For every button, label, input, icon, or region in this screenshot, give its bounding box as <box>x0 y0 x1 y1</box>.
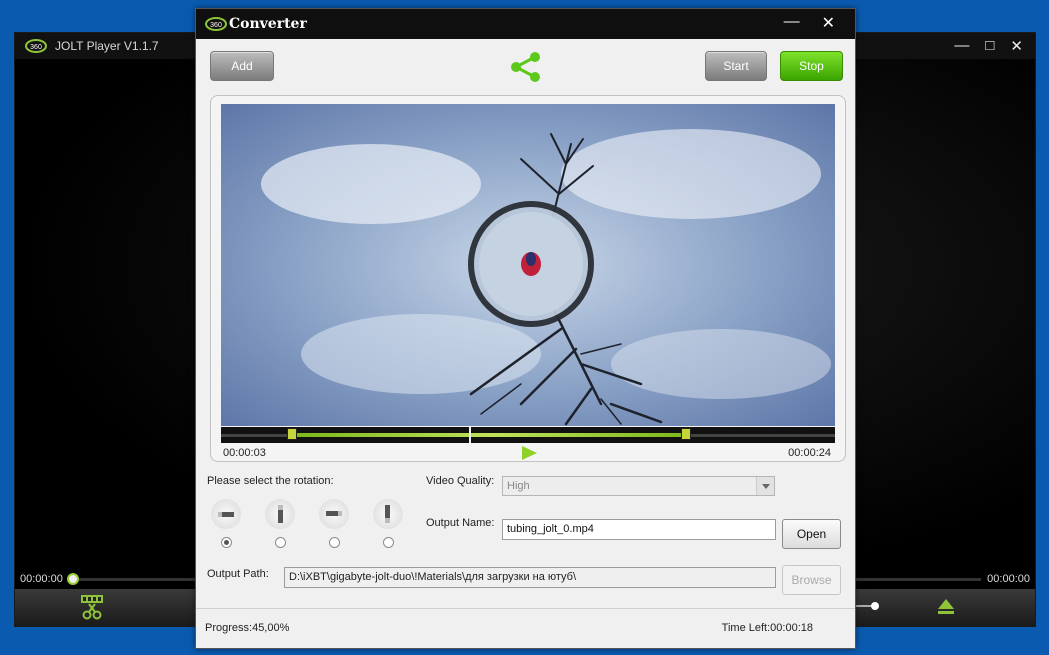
close-icon[interactable]: ✕ <box>1010 37 1023 55</box>
converter-titlebar: 360 Converter — ✕ <box>196 9 855 39</box>
rotate-90-icon[interactable] <box>265 499 295 529</box>
jolt-360-logo-icon: 360 <box>25 39 47 53</box>
rotation-radio-270[interactable] <box>383 537 394 548</box>
rotation-label: Please select the rotation: <box>207 475 334 487</box>
eject-icon[interactable] <box>937 597 955 615</box>
player-total-time: 00:00:00 <box>987 573 1030 585</box>
trim-selection <box>297 433 687 437</box>
maximize-icon[interactable]: □ <box>985 37 994 55</box>
svg-text:360: 360 <box>210 22 222 29</box>
rotation-radio-90[interactable] <box>275 537 286 548</box>
output-path-label: Output Path: <box>207 568 269 580</box>
minimize-icon[interactable]: — <box>954 37 969 55</box>
video-preview <box>221 104 835 426</box>
open-button[interactable]: Open <box>782 519 841 549</box>
preview-frame: 00:00:03 00:00:24 <box>210 95 846 462</box>
playhead-marker[interactable] <box>469 427 471 443</box>
stop-button[interactable]: Stop <box>780 51 843 81</box>
player-seek-knob[interactable] <box>67 573 79 585</box>
minimize-icon[interactable]: — <box>784 13 800 33</box>
rotate-0-icon[interactable] <box>211 499 241 529</box>
play-icon[interactable] <box>520 445 538 461</box>
trim-scrubber[interactable] <box>221 427 835 443</box>
add-button[interactable]: Add <box>210 51 274 81</box>
share-icon[interactable] <box>508 49 544 85</box>
scissors-icon[interactable] <box>77 591 107 621</box>
rotate-270-icon[interactable] <box>373 499 403 529</box>
converter-title: Converter <box>229 16 307 32</box>
close-icon[interactable]: ✕ <box>822 13 835 33</box>
rotate-180-icon[interactable] <box>319 499 349 529</box>
trim-end-time: 00:00:24 <box>788 447 831 459</box>
video-quality-label: Video Quality: <box>426 475 495 487</box>
chevron-down-icon[interactable] <box>756 477 774 495</box>
progress-text: Progress:45,00% <box>205 622 290 634</box>
converter-dialog: 360 Converter — ✕ Add Start Stop 00:00:0… <box>195 8 856 649</box>
jolt-360-logo-icon: 360 <box>205 17 227 31</box>
status-bar: Progress:45,00% Time Left:00:00:18 <box>196 608 855 648</box>
trim-end-handle[interactable] <box>681 428 691 440</box>
output-path-field[interactable]: D:\iXBT\gigabyte-jolt-duo\!Materials\для… <box>284 567 776 588</box>
output-name-input[interactable]: tubing_jolt_0.mp4 <box>502 519 776 540</box>
rotation-radio-0[interactable] <box>221 537 232 548</box>
rotation-radio-180[interactable] <box>329 537 340 548</box>
player-title: JOLT Player V1.1.7 <box>55 39 159 53</box>
video-quality-value: High <box>507 480 530 492</box>
output-name-label: Output Name: <box>426 517 495 529</box>
player-current-time: 00:00:00 <box>20 573 63 585</box>
volume-knob[interactable] <box>871 602 879 610</box>
time-left-text: Time Left:00:00:18 <box>721 622 813 634</box>
svg-text:360: 360 <box>30 44 42 51</box>
video-quality-select[interactable]: High <box>502 476 775 496</box>
trim-start-time: 00:00:03 <box>223 447 266 459</box>
browse-button[interactable]: Browse <box>782 565 841 595</box>
start-button[interactable]: Start <box>705 51 767 81</box>
trim-start-handle[interactable] <box>287 428 297 440</box>
